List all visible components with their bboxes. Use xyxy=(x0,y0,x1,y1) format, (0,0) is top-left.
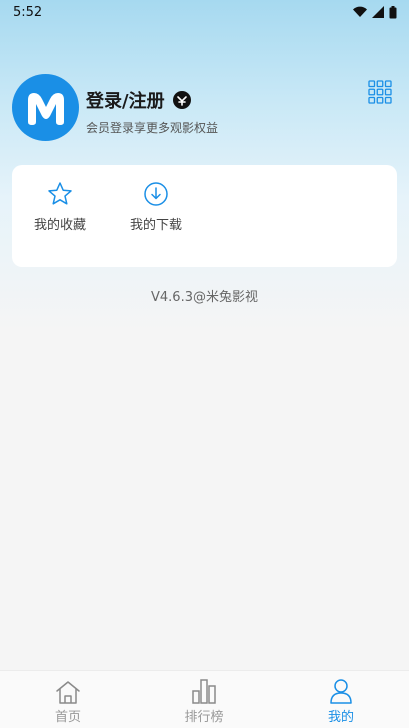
grid-icon xyxy=(368,80,392,104)
tab-home[interactable]: 首页 xyxy=(38,678,98,725)
vip-badge-icon xyxy=(172,91,191,109)
wifi-icon xyxy=(353,6,367,18)
quick-actions-card: 我的收藏 我的下载 xyxy=(12,165,397,267)
my-favorites-label: 我的收藏 xyxy=(33,218,86,233)
ranking-icon xyxy=(192,679,216,704)
tab-mine-label: 我的 xyxy=(327,710,354,725)
version-text: V4.6.3@米兔影视 xyxy=(151,290,258,305)
my-favorites-button[interactable]: 我的收藏 xyxy=(25,181,95,233)
tab-ranking-label: 排行榜 xyxy=(184,710,224,725)
home-icon xyxy=(56,681,80,704)
my-downloads-button[interactable]: 我的下载 xyxy=(121,181,191,233)
app-logo-icon xyxy=(27,92,64,125)
user-icon xyxy=(330,679,352,704)
login-subtitle: 会员登录享更多观影权益 xyxy=(86,121,219,135)
signal-icon xyxy=(372,6,384,18)
status-icons xyxy=(353,5,397,19)
bottom-tab-bar: 首页 排行榜 我的 xyxy=(0,670,409,728)
login-title-text: 登录/注册 xyxy=(86,91,165,112)
tab-home-label: 首页 xyxy=(54,710,81,725)
status-time: 5:52 xyxy=(13,4,43,20)
login-register-link[interactable]: 登录/注册 xyxy=(86,87,191,113)
tab-ranking[interactable]: 排行榜 xyxy=(174,678,234,725)
profile-header: 登录/注册 会员登录享更多观影权益 xyxy=(12,74,397,144)
tab-mine[interactable]: 我的 xyxy=(311,678,371,725)
my-downloads-label: 我的下载 xyxy=(129,218,182,233)
star-icon xyxy=(48,182,72,205)
grid-menu-button[interactable] xyxy=(368,80,392,104)
avatar[interactable] xyxy=(12,74,79,141)
status-bar: 5:52 xyxy=(0,0,409,24)
download-icon xyxy=(144,182,168,206)
battery-icon xyxy=(389,5,397,19)
